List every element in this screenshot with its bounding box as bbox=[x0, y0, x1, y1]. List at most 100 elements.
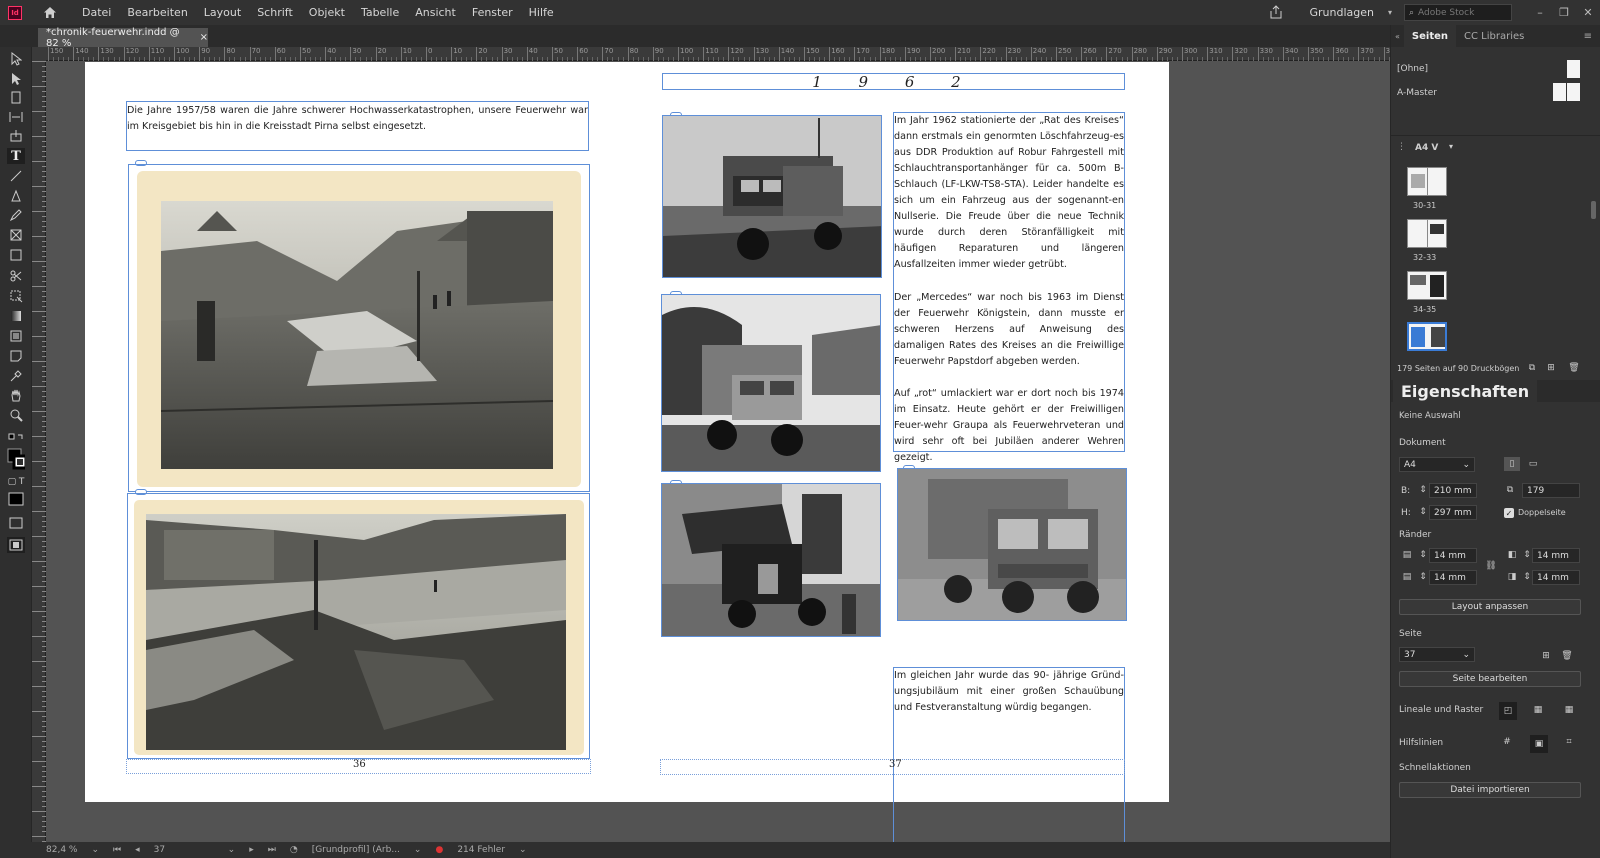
ruler-icon[interactable]: ◰ bbox=[1499, 702, 1517, 720]
adjust-layout-button[interactable]: Layout anpassen bbox=[1399, 599, 1581, 615]
preflight-profile[interactable]: [Grundprofil] (Arb... bbox=[312, 845, 400, 855]
note-tool-icon[interactable] bbox=[7, 348, 25, 364]
panel-menu-icon[interactable]: ≡ bbox=[1576, 25, 1600, 47]
menu-ansicht[interactable]: Ansicht bbox=[407, 6, 464, 19]
robur-truck-photo-1[interactable] bbox=[662, 115, 882, 278]
view-mode-icon[interactable] bbox=[7, 537, 25, 553]
scissors-tool-icon[interactable] bbox=[7, 268, 25, 284]
home-icon[interactable] bbox=[42, 5, 58, 21]
menu-schrift[interactable]: Schrift bbox=[249, 6, 301, 19]
facing-pages-checkbox[interactable]: ✓ bbox=[1504, 508, 1514, 518]
margin-bottom-field[interactable]: 14 mm bbox=[1429, 570, 1477, 585]
ruler-origin[interactable] bbox=[32, 47, 46, 61]
baseline-grid-icon[interactable]: ▦ bbox=[1530, 703, 1546, 717]
adobe-stock-search[interactable]: ⌕ Adobe Stock bbox=[1404, 4, 1512, 21]
zoom-chevron-icon[interactable]: ⌄ bbox=[91, 845, 99, 855]
a-master-thumb-right[interactable] bbox=[1567, 83, 1580, 101]
page-thumbnails[interactable]: 30-31 32-33 34-35 bbox=[1401, 161, 1596, 371]
fill-stroke-swatch[interactable] bbox=[7, 447, 25, 471]
hand-tool-icon[interactable] bbox=[7, 387, 25, 403]
width-field[interactable]: 210 mm bbox=[1429, 483, 1477, 498]
rectangle-frame-tool-icon[interactable] bbox=[7, 227, 25, 243]
a-master-label[interactable]: A-Master bbox=[1397, 88, 1437, 98]
page-field[interactable]: 37 bbox=[154, 845, 214, 855]
workspace-switcher[interactable]: Grundlagen bbox=[1309, 6, 1374, 19]
restore-icon[interactable]: ❐ bbox=[1552, 6, 1576, 19]
anniversary-text-frame[interactable]: Im gleichen Jahr wurde das 90- jährige G… bbox=[893, 667, 1125, 842]
smart-guides-icon[interactable]: ▣ bbox=[1530, 735, 1548, 753]
screen-mode-icon[interactable] bbox=[7, 515, 25, 531]
page-36[interactable]: Die Jahre 1957/58 waren die Jahre schwer… bbox=[85, 62, 627, 802]
landscape-orientation-icon[interactable]: ▭ bbox=[1525, 457, 1541, 471]
spread-thumb-30-31[interactable] bbox=[1407, 167, 1447, 196]
menu-fenster[interactable]: Fenster bbox=[464, 6, 521, 19]
spread-thumb-36-37[interactable] bbox=[1407, 322, 1447, 351]
pencil-tool-icon[interactable] bbox=[7, 207, 25, 223]
add-page-icon[interactable]: ⊞ bbox=[1538, 649, 1554, 663]
margin-top-field[interactable]: 14 mm bbox=[1429, 548, 1477, 563]
page-chevron-icon[interactable]: ⌄ bbox=[228, 845, 236, 855]
new-page-icon[interactable]: ⊞ bbox=[1543, 361, 1559, 375]
gradient-feather-tool-icon[interactable] bbox=[7, 328, 25, 344]
menu-hilfe[interactable]: Hilfe bbox=[521, 6, 562, 19]
apply-color-icon[interactable] bbox=[7, 491, 25, 507]
profile-chevron-icon[interactable]: ⌄ bbox=[414, 845, 422, 855]
menu-objekt[interactable]: Objekt bbox=[301, 6, 353, 19]
pen-tool-icon[interactable] bbox=[7, 188, 25, 204]
menu-layout[interactable]: Layout bbox=[196, 6, 249, 19]
direct-selection-tool-icon[interactable] bbox=[7, 71, 25, 87]
zoom-tool-icon[interactable] bbox=[7, 407, 25, 423]
free-transform-tool-icon[interactable] bbox=[7, 288, 25, 304]
intro-text-frame[interactable]: Die Jahre 1957/58 waren die Jahre schwer… bbox=[126, 101, 589, 151]
menu-bearbeiten[interactable]: Bearbeiten bbox=[119, 6, 195, 19]
margin-inside-field[interactable]: 14 mm bbox=[1532, 548, 1580, 563]
collapse-panel-icon[interactable]: « bbox=[1391, 25, 1404, 47]
last-page-icon[interactable]: ⏭ bbox=[268, 845, 276, 855]
minimize-icon[interactable]: – bbox=[1528, 6, 1552, 19]
delete-page-icon[interactable]: 🗑 bbox=[1559, 649, 1575, 663]
close-tab-icon[interactable]: × bbox=[200, 32, 208, 43]
errors-chevron-icon[interactable]: ⌄ bbox=[519, 845, 527, 855]
robur-truck-photo-2[interactable] bbox=[661, 294, 881, 472]
tab-cc-libraries[interactable]: CC Libraries bbox=[1456, 25, 1532, 47]
import-file-button[interactable]: Datei importieren bbox=[1399, 782, 1581, 798]
page-size-label[interactable]: A4 V bbox=[1415, 143, 1438, 153]
pages-count-field[interactable]: 179 bbox=[1522, 483, 1580, 498]
default-colors-icon[interactable] bbox=[7, 431, 25, 447]
robur-truck-photo-3[interactable] bbox=[897, 468, 1127, 621]
first-page-icon[interactable]: ⏮ bbox=[113, 845, 121, 855]
year-frame[interactable]: 1 9 6 2 bbox=[662, 73, 1125, 91]
link-margins-icon[interactable]: ⛓ bbox=[1483, 559, 1499, 573]
content-collector-icon[interactable] bbox=[7, 128, 25, 144]
lock-guides-icon[interactable]: ⌗ bbox=[1561, 735, 1577, 749]
spread-thumb-34-35[interactable] bbox=[1407, 271, 1447, 300]
share-icon[interactable] bbox=[1269, 4, 1285, 21]
document-tab[interactable]: *chronik-feuerwehr.indd @ 82 % × bbox=[38, 27, 208, 49]
guides-icon[interactable]: # bbox=[1499, 735, 1515, 749]
menu-datei[interactable]: Datei bbox=[74, 6, 119, 19]
gradient-tool-icon[interactable] bbox=[7, 308, 25, 324]
formatting-container-icon[interactable]: ▢ T bbox=[7, 474, 25, 490]
delete-page-icon[interactable]: 🗑 bbox=[1566, 361, 1582, 375]
drag-handle-icon[interactable]: ⋮ bbox=[1397, 142, 1406, 152]
prev-page-icon[interactable]: ◂ bbox=[135, 845, 140, 855]
page-37[interactable]: 1 9 6 2 Im Jahr 1962 stationierte der „R… bbox=[627, 62, 1169, 842]
height-field[interactable]: 297 mm bbox=[1429, 505, 1477, 520]
preflight-profile-icon[interactable]: ◔ bbox=[290, 845, 298, 855]
type-tool-icon[interactable]: T bbox=[7, 148, 25, 164]
close-icon[interactable]: ✕ bbox=[1576, 6, 1600, 19]
rectangle-tool-icon[interactable] bbox=[7, 247, 25, 263]
margin-outside-field[interactable]: 14 mm bbox=[1532, 570, 1580, 585]
main-story-frame[interactable]: Im Jahr 1962 stationierte der „Rat des K… bbox=[893, 112, 1125, 463]
horizontal-ruler[interactable]: 150 140 130 120 110 100 90 80 70 60 50 40 30 20 10 0 10 2… bbox=[46, 47, 1405, 61]
edit-page-button[interactable]: Seite bearbeiten bbox=[1399, 671, 1581, 687]
a-master-thumb-left[interactable] bbox=[1553, 83, 1566, 101]
page-tool-icon[interactable] bbox=[7, 90, 25, 106]
zoom-level[interactable]: 82,4 % bbox=[46, 845, 77, 855]
master-none-thumb[interactable] bbox=[1567, 60, 1580, 78]
line-tool-icon[interactable] bbox=[7, 168, 25, 184]
preflight-errors[interactable]: 214 Fehler bbox=[457, 845, 505, 855]
spread-thumb-32-33[interactable] bbox=[1407, 219, 1447, 248]
document-format-select[interactable]: A4 ⌄ bbox=[1399, 457, 1475, 472]
vertical-ruler[interactable] bbox=[32, 61, 46, 842]
